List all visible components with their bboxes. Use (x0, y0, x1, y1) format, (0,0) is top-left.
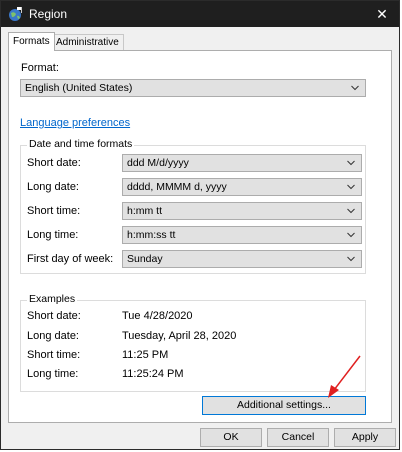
cancel-label: Cancel (281, 431, 315, 443)
tab-formats[interactable]: Formats (8, 32, 55, 51)
example-long-date-label: Long date: (27, 330, 79, 342)
title-bar[interactable]: Region ✕ (1, 1, 399, 27)
short-date-label: Short date: (27, 157, 81, 169)
chevron-down-icon (347, 232, 355, 238)
first-day-of-week-dropdown[interactable]: Sunday (122, 250, 362, 268)
chevron-down-icon (347, 184, 355, 190)
short-time-value: h:mm tt (127, 205, 163, 217)
window-title: Region (29, 7, 68, 21)
language-preferences-link[interactable]: Language preferences (20, 117, 130, 129)
example-long-time-value: 11:25:24 PM (122, 368, 184, 380)
chevron-down-icon (347, 160, 355, 166)
cancel-button[interactable]: Cancel (267, 428, 329, 447)
red-arrow-icon (328, 355, 361, 398)
chevron-down-icon (347, 208, 355, 214)
ok-button[interactable]: OK (200, 428, 262, 447)
close-icon: ✕ (376, 6, 388, 22)
short-time-label: Short time: (27, 205, 81, 217)
long-time-dropdown[interactable]: h:mm:ss tt (122, 226, 362, 244)
close-button[interactable]: ✕ (365, 1, 399, 27)
long-date-value: dddd, MMMM d, yyyy (127, 181, 227, 193)
format-dropdown[interactable]: English (United States) (20, 79, 366, 97)
date-time-formats-group: Date and time formats Short date: ddd M/… (20, 138, 366, 274)
format-value: English (United States) (25, 82, 133, 94)
example-long-time-label: Long time: (27, 368, 79, 380)
tab-label: Administrative (56, 37, 119, 48)
example-short-date-value: Tue 4/28/2020 (122, 310, 193, 322)
tab-label: Formats (13, 36, 50, 47)
apply-button[interactable]: Apply (334, 428, 396, 447)
example-short-time-value: 11:25 PM (122, 349, 169, 361)
chevron-down-icon (351, 85, 359, 91)
formats-panel: Format: English (United States) Language… (8, 50, 392, 423)
first-day-of-week-value: Sunday (127, 253, 163, 265)
date-time-formats-legend: Date and time formats (27, 138, 135, 150)
region-dialog: Region ✕ Formats Administrative Format: … (0, 0, 400, 450)
long-time-value: h:mm:ss tt (127, 229, 176, 241)
long-time-label: Long time: (27, 229, 79, 241)
example-short-time-label: Short time: (27, 349, 81, 361)
format-label: Format: (21, 62, 59, 74)
region-globe-icon (9, 7, 22, 21)
first-day-of-week-label: First day of week: (27, 253, 114, 265)
example-short-date-label: Short date: (27, 310, 81, 322)
chevron-down-icon (347, 256, 355, 262)
short-date-value: ddd M/d/yyyy (127, 157, 189, 169)
short-date-dropdown[interactable]: ddd M/d/yyyy (122, 154, 362, 172)
additional-settings-label: Additional settings... (237, 399, 331, 411)
apply-label: Apply (351, 431, 379, 443)
long-date-dropdown[interactable]: dddd, MMMM d, yyyy (122, 178, 362, 196)
tab-administrative[interactable]: Administrative (51, 34, 124, 50)
short-time-dropdown[interactable]: h:mm tt (122, 202, 362, 220)
long-date-label: Long date: (27, 181, 79, 193)
ok-label: OK (223, 431, 239, 443)
example-long-date-value: Tuesday, April 28, 2020 (122, 330, 237, 342)
examples-legend: Examples (27, 293, 78, 305)
